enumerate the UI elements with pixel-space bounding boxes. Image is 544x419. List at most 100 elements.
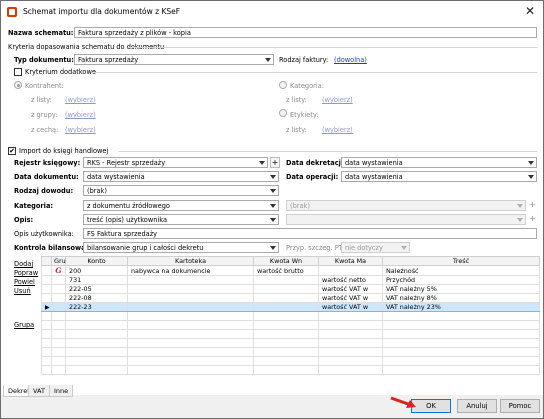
table-header-row: Gru Konto Kartoteka Kwota Wn Kwota Ma Tr… [41, 256, 540, 266]
from-group-label: z grupy: [31, 111, 58, 119]
table-row[interactable]: G 200 nabywca na dokumencie wartość brut… [41, 265, 540, 276]
title-bar: Schemat importu dla dokumentów z KSeF ✕ [1, 1, 543, 25]
doc-date-label: Data dokumentu: [14, 173, 79, 181]
cell-wn [253, 302, 319, 312]
op-date-label: Data operacji: [286, 173, 339, 181]
desc-select[interactable]: treść (opis) użytkownika [83, 214, 279, 225]
chevron-down-icon [517, 204, 523, 208]
duplicate-link[interactable]: Powiel [14, 278, 35, 286]
choose-feature-link[interactable]: (wybierz) [65, 126, 96, 134]
add-link[interactable]: Dodaj [14, 260, 33, 268]
close-icon[interactable]: ✕ [525, 4, 535, 18]
add-register-button[interactable]: + [270, 157, 280, 168]
group-link[interactable]: Grupa [14, 321, 34, 329]
register-select[interactable]: RKS - Rejestr sprzedaży [83, 157, 268, 168]
chevron-down-icon [270, 218, 276, 222]
add-category-button: + [529, 200, 536, 209]
proof-select[interactable]: (brak) [83, 185, 279, 196]
register-label: Rejestr księgowy: [14, 159, 81, 167]
tab-vat[interactable]: VAT [28, 385, 50, 397]
table-row-empty [41, 311, 540, 321]
cell-tresc: VAT należny 5% [382, 284, 540, 294]
proof-label: Rodzaj dowodu: [14, 187, 74, 195]
cancel-button[interactable]: Anuluj [457, 399, 497, 413]
cell-ma: wartość VAT w [318, 302, 383, 312]
chevron-down-icon [528, 161, 534, 165]
category-label: Kategoria: [14, 202, 54, 210]
decree-date-label: Data dekretacji: [286, 159, 346, 167]
category-select[interactable]: z dokumentu źródłowego [83, 200, 279, 211]
table-row-selected[interactable]: ▶ 222-23 wartość VAT w VAT należny 23% [41, 302, 540, 312]
lab-choose-link[interactable]: (wybierz) [322, 126, 353, 134]
help-button[interactable]: Pomoc [500, 399, 540, 413]
cell-wn: wartość brutto [253, 265, 319, 276]
table-row[interactable]: 731 wartość netto Przychód [41, 275, 540, 285]
row-indicator [41, 275, 52, 285]
table-row-empty [41, 356, 540, 366]
additional-divider [91, 72, 537, 73]
cell-kartoteka [127, 284, 254, 294]
cell-ma [318, 265, 383, 276]
desc-label: Opis: [14, 216, 34, 224]
doc-date-select[interactable]: data wystawienia [83, 171, 279, 182]
col-header-tresc[interactable]: Treść [382, 256, 540, 266]
col-header-konto[interactable]: Konto [65, 256, 128, 266]
cell-group [51, 275, 66, 285]
table-row-empty [41, 347, 540, 357]
col-header-kartoteka[interactable]: Kartoteka [127, 256, 254, 266]
cell-kartoteka [127, 293, 254, 303]
chevron-down-icon [265, 58, 271, 62]
group-icon: G [51, 265, 66, 276]
app-icon [7, 7, 17, 17]
category-crit-label: Kategoria: [290, 82, 324, 90]
op-date-select[interactable]: data wystawienia [341, 171, 537, 182]
delete-link[interactable]: Usuń [14, 287, 31, 295]
cell-kartoteka: nabywca na dokumencie [127, 265, 254, 276]
cell-wn [253, 293, 319, 303]
cell-konto: 222-23 [65, 302, 128, 312]
cat-choose-link[interactable]: (wybierz) [322, 96, 353, 104]
balance-select[interactable]: bilansowanie grup i całości dekretu [83, 242, 279, 253]
group-mark: G [55, 266, 62, 275]
lab-from-list-label: z listy: [286, 126, 307, 134]
import-checkbox[interactable]: ✔ [8, 147, 16, 155]
cell-wn [253, 275, 319, 285]
settle-select: nie dotyczy [341, 242, 410, 253]
additional-criteria-label: Kryterium dodatkowe [25, 68, 96, 76]
indicator-header [41, 256, 52, 266]
edit-link[interactable]: Popraw [14, 269, 38, 277]
category2-value: (brak) [290, 202, 310, 210]
tab-inne[interactable]: Inne [49, 385, 74, 397]
red-arrow-icon [390, 396, 416, 408]
invoice-kind-link[interactable]: (dowolna) [334, 56, 367, 64]
criteria-divider [128, 47, 538, 48]
decree-date-value: data wystawienia [345, 159, 403, 167]
col-header-wn[interactable]: Kwota Wn [253, 256, 319, 266]
schema-name-input[interactable]: Faktura sprzedaży z plików - kopia [74, 27, 537, 38]
doc-type-select[interactable]: Faktura sprzedaży [74, 54, 274, 65]
col-header-ma[interactable]: Kwota Ma [318, 256, 383, 266]
user-desc-input[interactable]: FS Faktura sprzedaży [83, 228, 537, 239]
choose-group-link[interactable]: (wybierz) [65, 111, 96, 119]
category2-select: (brak) [286, 200, 526, 211]
table-row-empty [41, 329, 540, 339]
selected-row-arrow-icon: ▶ [41, 302, 52, 312]
contractor-radio[interactable] [14, 81, 22, 89]
settle-value: nie dotyczy [345, 244, 383, 252]
labels-radio[interactable] [279, 109, 287, 117]
doc-date-value: data wystawienia [87, 173, 145, 181]
category-radio[interactable] [279, 81, 287, 89]
schema-name-label: Nazwa schematu: [8, 29, 74, 37]
table-row[interactable]: 222-08 wartość VAT w VAT należny 8% [41, 293, 540, 303]
cell-group [51, 293, 66, 303]
cell-konto: 222-05 [65, 284, 128, 294]
additional-criteria-checkbox[interactable] [14, 68, 22, 76]
col-header-group[interactable]: Gru [51, 256, 66, 266]
chevron-down-icon [270, 204, 276, 208]
choose-list-link[interactable]: (wybierz) [65, 96, 96, 104]
decree-date-select[interactable]: data wystawienia [341, 157, 537, 168]
table-row[interactable]: 222-05 wartość VAT w VAT należny 5% [41, 284, 540, 294]
register-value: RKS - Rejestr sprzedaży [87, 159, 166, 167]
cell-tresc: Przychód [382, 275, 540, 285]
chevron-down-icon [259, 161, 265, 165]
